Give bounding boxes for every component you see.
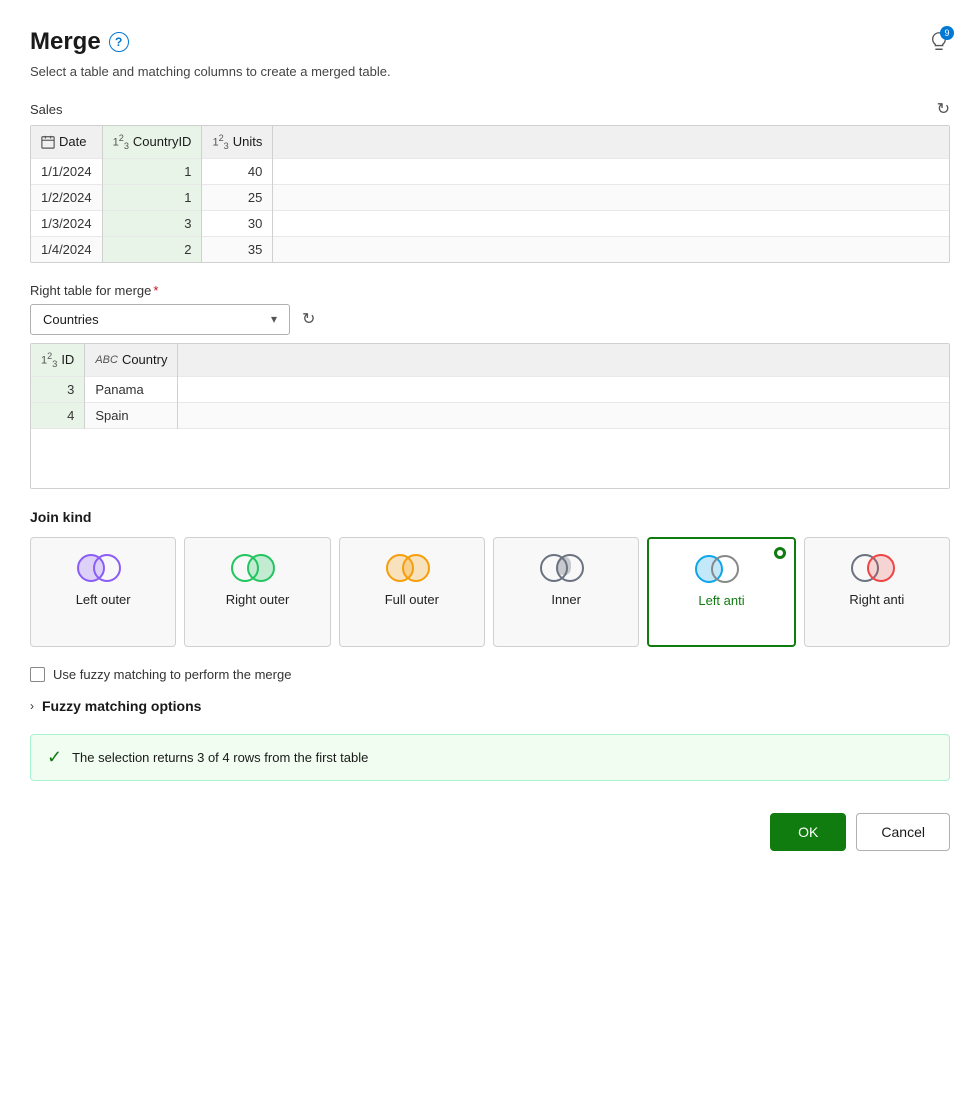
join-card-full-outer[interactable]: Full outer <box>339 537 485 647</box>
footer-buttons: OK Cancel <box>30 813 950 851</box>
ok-button[interactable]: OK <box>770 813 846 851</box>
subtitle-text: Select a table and matching columns to c… <box>30 64 950 79</box>
left-table-row: 1/2/2024 1 25 <box>31 184 949 210</box>
right-table-row: 3 Panama <box>31 376 949 402</box>
fuzzy-matching-label[interactable]: Use fuzzy matching to perform the merge <box>53 667 291 682</box>
left-col-date-label: Date <box>59 134 86 149</box>
check-circle-icon: ✓ <box>47 747 62 768</box>
right-outer-icon <box>231 552 283 584</box>
left-col-countryid[interactable]: 123 CountryID <box>102 126 202 158</box>
info-banner: ✓ The selection returns 3 of 4 rows from… <box>30 734 950 781</box>
right-table-empty-row <box>31 428 949 488</box>
right-table-dropdown[interactable]: Countries ▾ <box>30 304 290 335</box>
left-col-empty <box>273 126 949 158</box>
fuzzy-matching-checkbox[interactable] <box>30 667 45 682</box>
fuzzy-matching-row: Use fuzzy matching to perform the merge <box>30 667 950 682</box>
left-anti-label: Left anti <box>698 593 744 608</box>
left-col-units[interactable]: 123 Units <box>202 126 273 158</box>
left-table-name: Sales <box>30 102 63 117</box>
full-outer-label: Full outer <box>385 592 439 607</box>
fuzzy-options-row[interactable]: › Fuzzy matching options <box>30 698 950 714</box>
left-anti-icon <box>695 553 747 585</box>
right-col-id-label: ID <box>61 352 74 367</box>
right-col-country[interactable]: ABC Country <box>85 344 178 376</box>
right-anti-icon <box>851 552 903 584</box>
left-table-refresh-button[interactable]: ↻ <box>937 99 950 119</box>
right-table-container: 123 ID ABC Country 3 Panama <box>30 343 950 489</box>
left-col-date[interactable]: Date <box>31 126 102 158</box>
inner-icon <box>540 552 592 584</box>
right-table: 123 ID ABC Country 3 Panama <box>31 344 949 488</box>
page-title: Merge <box>30 28 101 56</box>
chevron-down-icon: ▾ <box>271 312 277 326</box>
left-table-row: 1/1/2024 1 40 <box>31 158 949 184</box>
bulb-icon[interactable]: 9 <box>928 30 950 55</box>
right-outer-label: Right outer <box>226 592 290 607</box>
join-cards-container: Left outer Right outer Full outer Inner <box>30 537 950 647</box>
cancel-button[interactable]: Cancel <box>856 813 950 851</box>
join-card-right-outer[interactable]: Right outer <box>184 537 330 647</box>
left-table-row: 1/3/2024 3 30 <box>31 210 949 236</box>
join-card-left-anti[interactable]: Left anti <box>647 537 795 647</box>
right-col-empty <box>178 344 949 376</box>
right-table-dropdown-value: Countries <box>43 312 99 327</box>
join-card-right-anti[interactable]: Right anti <box>804 537 950 647</box>
selected-dot <box>774 547 786 559</box>
left-col-countryid-label: CountryID <box>133 134 192 149</box>
inner-label: Inner <box>551 592 581 607</box>
full-outer-icon <box>386 552 438 584</box>
left-table: Date 123 CountryID 123 Units <box>31 126 949 262</box>
right-table-label: Right table for merge* <box>30 283 950 298</box>
right-anti-label: Right anti <box>849 592 904 607</box>
bulb-badge: 9 <box>940 26 954 40</box>
left-outer-icon <box>77 552 129 584</box>
left-table-container: Date 123 CountryID 123 Units <box>30 125 950 263</box>
chevron-right-icon: › <box>30 699 34 713</box>
right-col-country-label: Country <box>122 352 168 367</box>
info-banner-text: The selection returns 3 of 4 rows from t… <box>72 750 368 765</box>
help-icon[interactable]: ? <box>109 32 129 52</box>
right-table-row: 4 Spain <box>31 402 949 428</box>
left-table-row: 1/4/2024 2 35 <box>31 236 949 262</box>
left-col-units-label: Units <box>233 134 263 149</box>
right-table-refresh-button[interactable]: ↻ <box>302 309 315 329</box>
join-card-inner[interactable]: Inner <box>493 537 639 647</box>
fuzzy-options-label: Fuzzy matching options <box>42 698 201 714</box>
left-outer-label: Left outer <box>76 592 131 607</box>
join-kind-label: Join kind <box>30 509 950 525</box>
join-card-left-outer[interactable]: Left outer <box>30 537 176 647</box>
right-col-id[interactable]: 123 ID <box>31 344 85 376</box>
